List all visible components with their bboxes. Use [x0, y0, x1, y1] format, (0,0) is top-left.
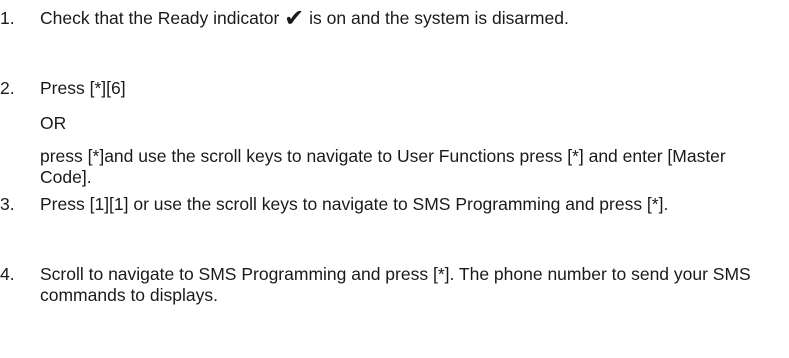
step-text: Press [1][1] or use the scroll keys to n… [40, 194, 780, 215]
step-number: 3. [0, 194, 15, 214]
step-number: 2. [0, 78, 15, 98]
step-number: 1. [0, 8, 15, 28]
step-text: Scroll to navigate to SMS Programming an… [40, 264, 780, 306]
step-alternative-text: press [*]and use the scroll keys to navi… [40, 146, 726, 187]
or-separator: OR [40, 113, 67, 133]
step-text-part: is on and the system is disarmed. [304, 8, 569, 28]
step-text-part: Check that the Ready indicator [40, 8, 285, 28]
step-text: Check that the Ready indicator ✔ is on a… [40, 4, 780, 32]
step-primary-text: Scroll to navigate to SMS Programming an… [40, 264, 751, 305]
step-text: Press [*][6] OR press [*]and use the scr… [40, 78, 780, 187]
step-primary-text: Press [1][1] or use the scroll keys to n… [40, 194, 669, 214]
step-primary-text: Press [*][6] [40, 78, 126, 98]
step-number: 4. [0, 264, 15, 284]
checkmark-icon: ✔ [284, 4, 305, 32]
